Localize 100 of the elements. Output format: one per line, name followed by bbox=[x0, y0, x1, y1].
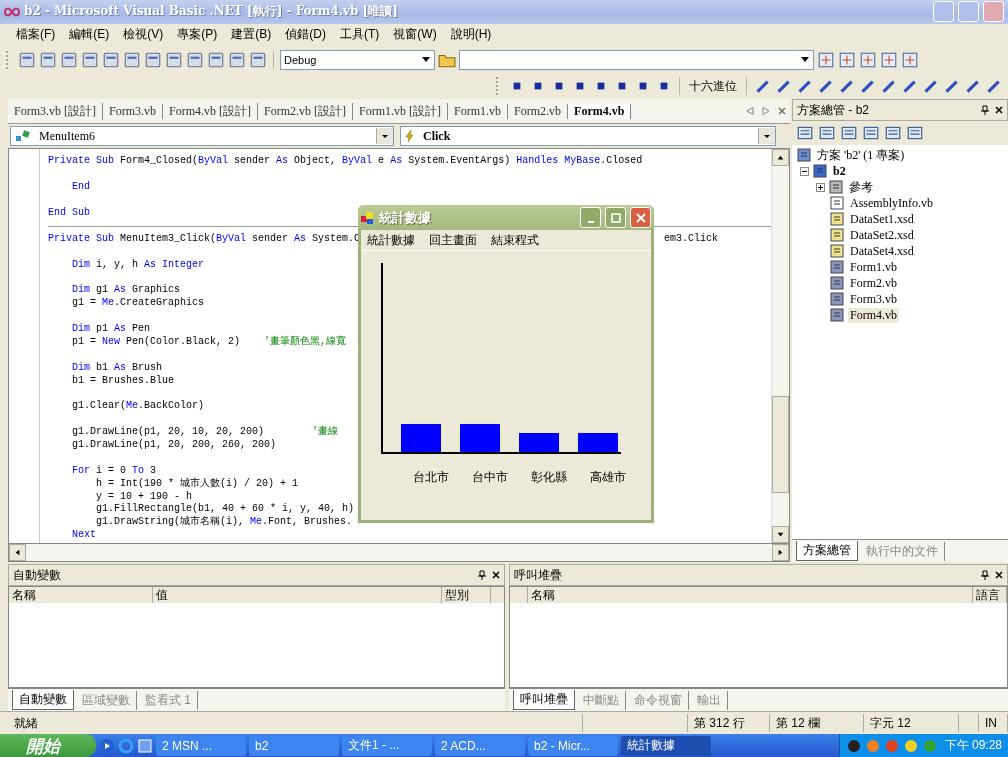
panel-tab[interactable]: 呼叫堆疊 bbox=[513, 690, 575, 711]
character-number: 字元 12 bbox=[864, 714, 959, 733]
app-icon bbox=[361, 210, 375, 225]
menu-item[interactable]: 偵錯(D) bbox=[285, 26, 326, 44]
tree-item[interactable]: b2 bbox=[831, 163, 848, 179]
tree-item[interactable]: Form1.vb bbox=[848, 259, 899, 275]
code-line: Dim b1 As Brush bbox=[71, 361, 163, 373]
code-line: g1.DrawLine(p1, 20, 10, 20, 200) '畫線 bbox=[71, 426, 339, 438]
tree-item[interactable]: AssemblyInfo.vb bbox=[848, 195, 935, 211]
column-header[interactable]: 名稱 bbox=[528, 587, 973, 604]
event-dropdown[interactable]: Click bbox=[400, 126, 776, 147]
menu-item[interactable]: 說明(H) bbox=[450, 26, 492, 44]
code-line: g1.DrawLine(p1, 20, 200, 260, 200) bbox=[71, 439, 277, 451]
minimize-icon bbox=[587, 220, 594, 223]
hex-button[interactable]: 十六進位 bbox=[686, 76, 740, 96]
scroll-thumb[interactable] bbox=[772, 396, 789, 494]
menu-item[interactable]: 回主畫面 bbox=[429, 231, 477, 249]
chart-bar bbox=[519, 433, 559, 453]
code-line: b1 = Brushes.Blue bbox=[71, 374, 175, 386]
find-dropdown[interactable] bbox=[459, 49, 814, 70]
column-header[interactable]: 語言 bbox=[973, 587, 1007, 604]
left-triangle-icon[interactable] bbox=[746, 107, 754, 116]
project-file-icon bbox=[812, 163, 828, 180]
code-line: h = Int(190 * 城市人數(i) / 20) + 1 bbox=[95, 477, 299, 489]
menu-item[interactable]: 編輯(E) bbox=[69, 26, 110, 44]
document-tab[interactable]: Form1.vb bbox=[448, 103, 509, 119]
menu-item[interactable]: 專案(P) bbox=[177, 26, 218, 44]
insert-mode: IN bbox=[979, 714, 1008, 733]
document-tab[interactable]: Form4.vb [設計] bbox=[163, 102, 258, 120]
column-header[interactable]: 值 bbox=[153, 587, 442, 604]
scrollbar[interactable] bbox=[8, 543, 790, 563]
tree-item[interactable]: 方案 'b2' (1 專案) bbox=[815, 146, 907, 164]
document-tab[interactable]: Form2.vb [設計] bbox=[258, 102, 353, 120]
configuration-dropdown[interactable]: Debug bbox=[280, 49, 435, 70]
close-icon[interactable] bbox=[492, 570, 500, 581]
tree-item[interactable]: DataSet2.xsd bbox=[848, 227, 916, 243]
close-icon[interactable] bbox=[995, 105, 1003, 116]
code-line: Dim p1 As Pen bbox=[71, 323, 151, 334]
chart-bar bbox=[401, 424, 441, 453]
code-line: For i = 0 To 3 bbox=[71, 464, 157, 476]
collapse-icon[interactable] bbox=[800, 166, 809, 176]
form-file-icon bbox=[829, 307, 845, 324]
dataset-file-icon bbox=[829, 243, 845, 260]
status-text: 就緒 bbox=[8, 714, 583, 733]
minimize-button[interactable] bbox=[580, 207, 601, 229]
column-header[interactable]: 名稱 bbox=[9, 587, 153, 604]
document-tab[interactable]: Form3.vb bbox=[103, 103, 163, 119]
taskbar-button[interactable]: 文件1 - ... bbox=[342, 735, 432, 756]
panel-tab[interactable]: 方案總管 bbox=[796, 541, 858, 562]
taskbar-button[interactable]: 2 MSN ... bbox=[156, 735, 246, 756]
chart-label: 彰化縣 bbox=[529, 469, 568, 487]
media-player-icon[interactable] bbox=[99, 737, 115, 754]
menu-item[interactable]: 檢視(V) bbox=[123, 26, 164, 44]
panel-title: 方案總管 - b2 bbox=[797, 101, 869, 119]
close-icon[interactable] bbox=[995, 570, 1003, 581]
document-tab[interactable]: Form1.vb [設計] bbox=[353, 102, 448, 120]
tree-item[interactable]: 參考 bbox=[847, 178, 875, 196]
taskbar-button[interactable]: b2 - Micr... bbox=[528, 735, 618, 756]
taskbar-button[interactable]: 統計數據 bbox=[621, 735, 711, 756]
pin-icon[interactable] bbox=[478, 570, 486, 581]
code-line: y = 10 + 190 - h bbox=[95, 490, 193, 502]
tree-item[interactable]: DataSet1.xsd bbox=[848, 211, 916, 227]
chart-bar bbox=[460, 424, 500, 453]
tree-item[interactable]: Form4.vb bbox=[848, 307, 899, 323]
column-header[interactable]: 型別 bbox=[442, 587, 491, 604]
dataset-file-icon bbox=[829, 211, 845, 228]
folder-file-icon bbox=[828, 179, 844, 196]
tree-item[interactable]: Form3.vb bbox=[848, 291, 899, 307]
tree-item[interactable]: DataSet4.xsd bbox=[848, 243, 916, 259]
right-triangle-icon[interactable] bbox=[762, 107, 770, 116]
document-tab[interactable]: Form4.vb bbox=[568, 103, 632, 119]
menu-item[interactable]: 視窗(W) bbox=[393, 26, 437, 44]
dropdown-arrow-icon bbox=[422, 57, 430, 63]
pin-icon[interactable] bbox=[981, 105, 989, 116]
expand-icon[interactable] bbox=[816, 182, 825, 192]
infinity-logo-icon bbox=[4, 5, 20, 18]
code-line: End bbox=[71, 181, 90, 193]
menu-item[interactable]: 檔案(F) bbox=[16, 26, 56, 44]
maximize-button[interactable] bbox=[605, 207, 626, 229]
chart-label: 高雄市 bbox=[588, 469, 627, 487]
pin-icon[interactable] bbox=[981, 570, 989, 581]
code-line: g1.DrawString(城市名稱(i), Me.Font, Brushes. bbox=[95, 516, 353, 528]
taskbar-button[interactable]: 2 ACD... bbox=[435, 735, 525, 756]
menu-item[interactable]: 建置(B) bbox=[231, 26, 272, 44]
code-line: g1.FillRectangle(b1, 40 + 60 * i, y, 40, h) bbox=[95, 503, 355, 515]
column-number: 第 12 欄 bbox=[770, 714, 864, 733]
menu-item[interactable]: 結束程式 bbox=[491, 231, 539, 249]
close-button[interactable] bbox=[630, 207, 651, 229]
tree-item[interactable]: Form2.vb bbox=[848, 275, 899, 291]
clock: 下午 09:28 bbox=[944, 737, 1002, 754]
taskbar-button[interactable]: b2 bbox=[249, 735, 339, 756]
menu-item[interactable]: 統計數據 bbox=[367, 231, 415, 249]
dropdown-arrow-icon bbox=[801, 57, 809, 63]
menu-item[interactable]: 工具(T) bbox=[340, 26, 380, 44]
object-dropdown[interactable]: MenuItem6 bbox=[10, 126, 394, 147]
form-file-icon bbox=[829, 291, 845, 308]
lightning-icon bbox=[405, 130, 415, 143]
close-icon bbox=[635, 212, 646, 223]
document-tab[interactable]: Form3.vb [設計] bbox=[8, 102, 103, 120]
panel-tab[interactable]: 自動變數 bbox=[12, 690, 74, 711]
